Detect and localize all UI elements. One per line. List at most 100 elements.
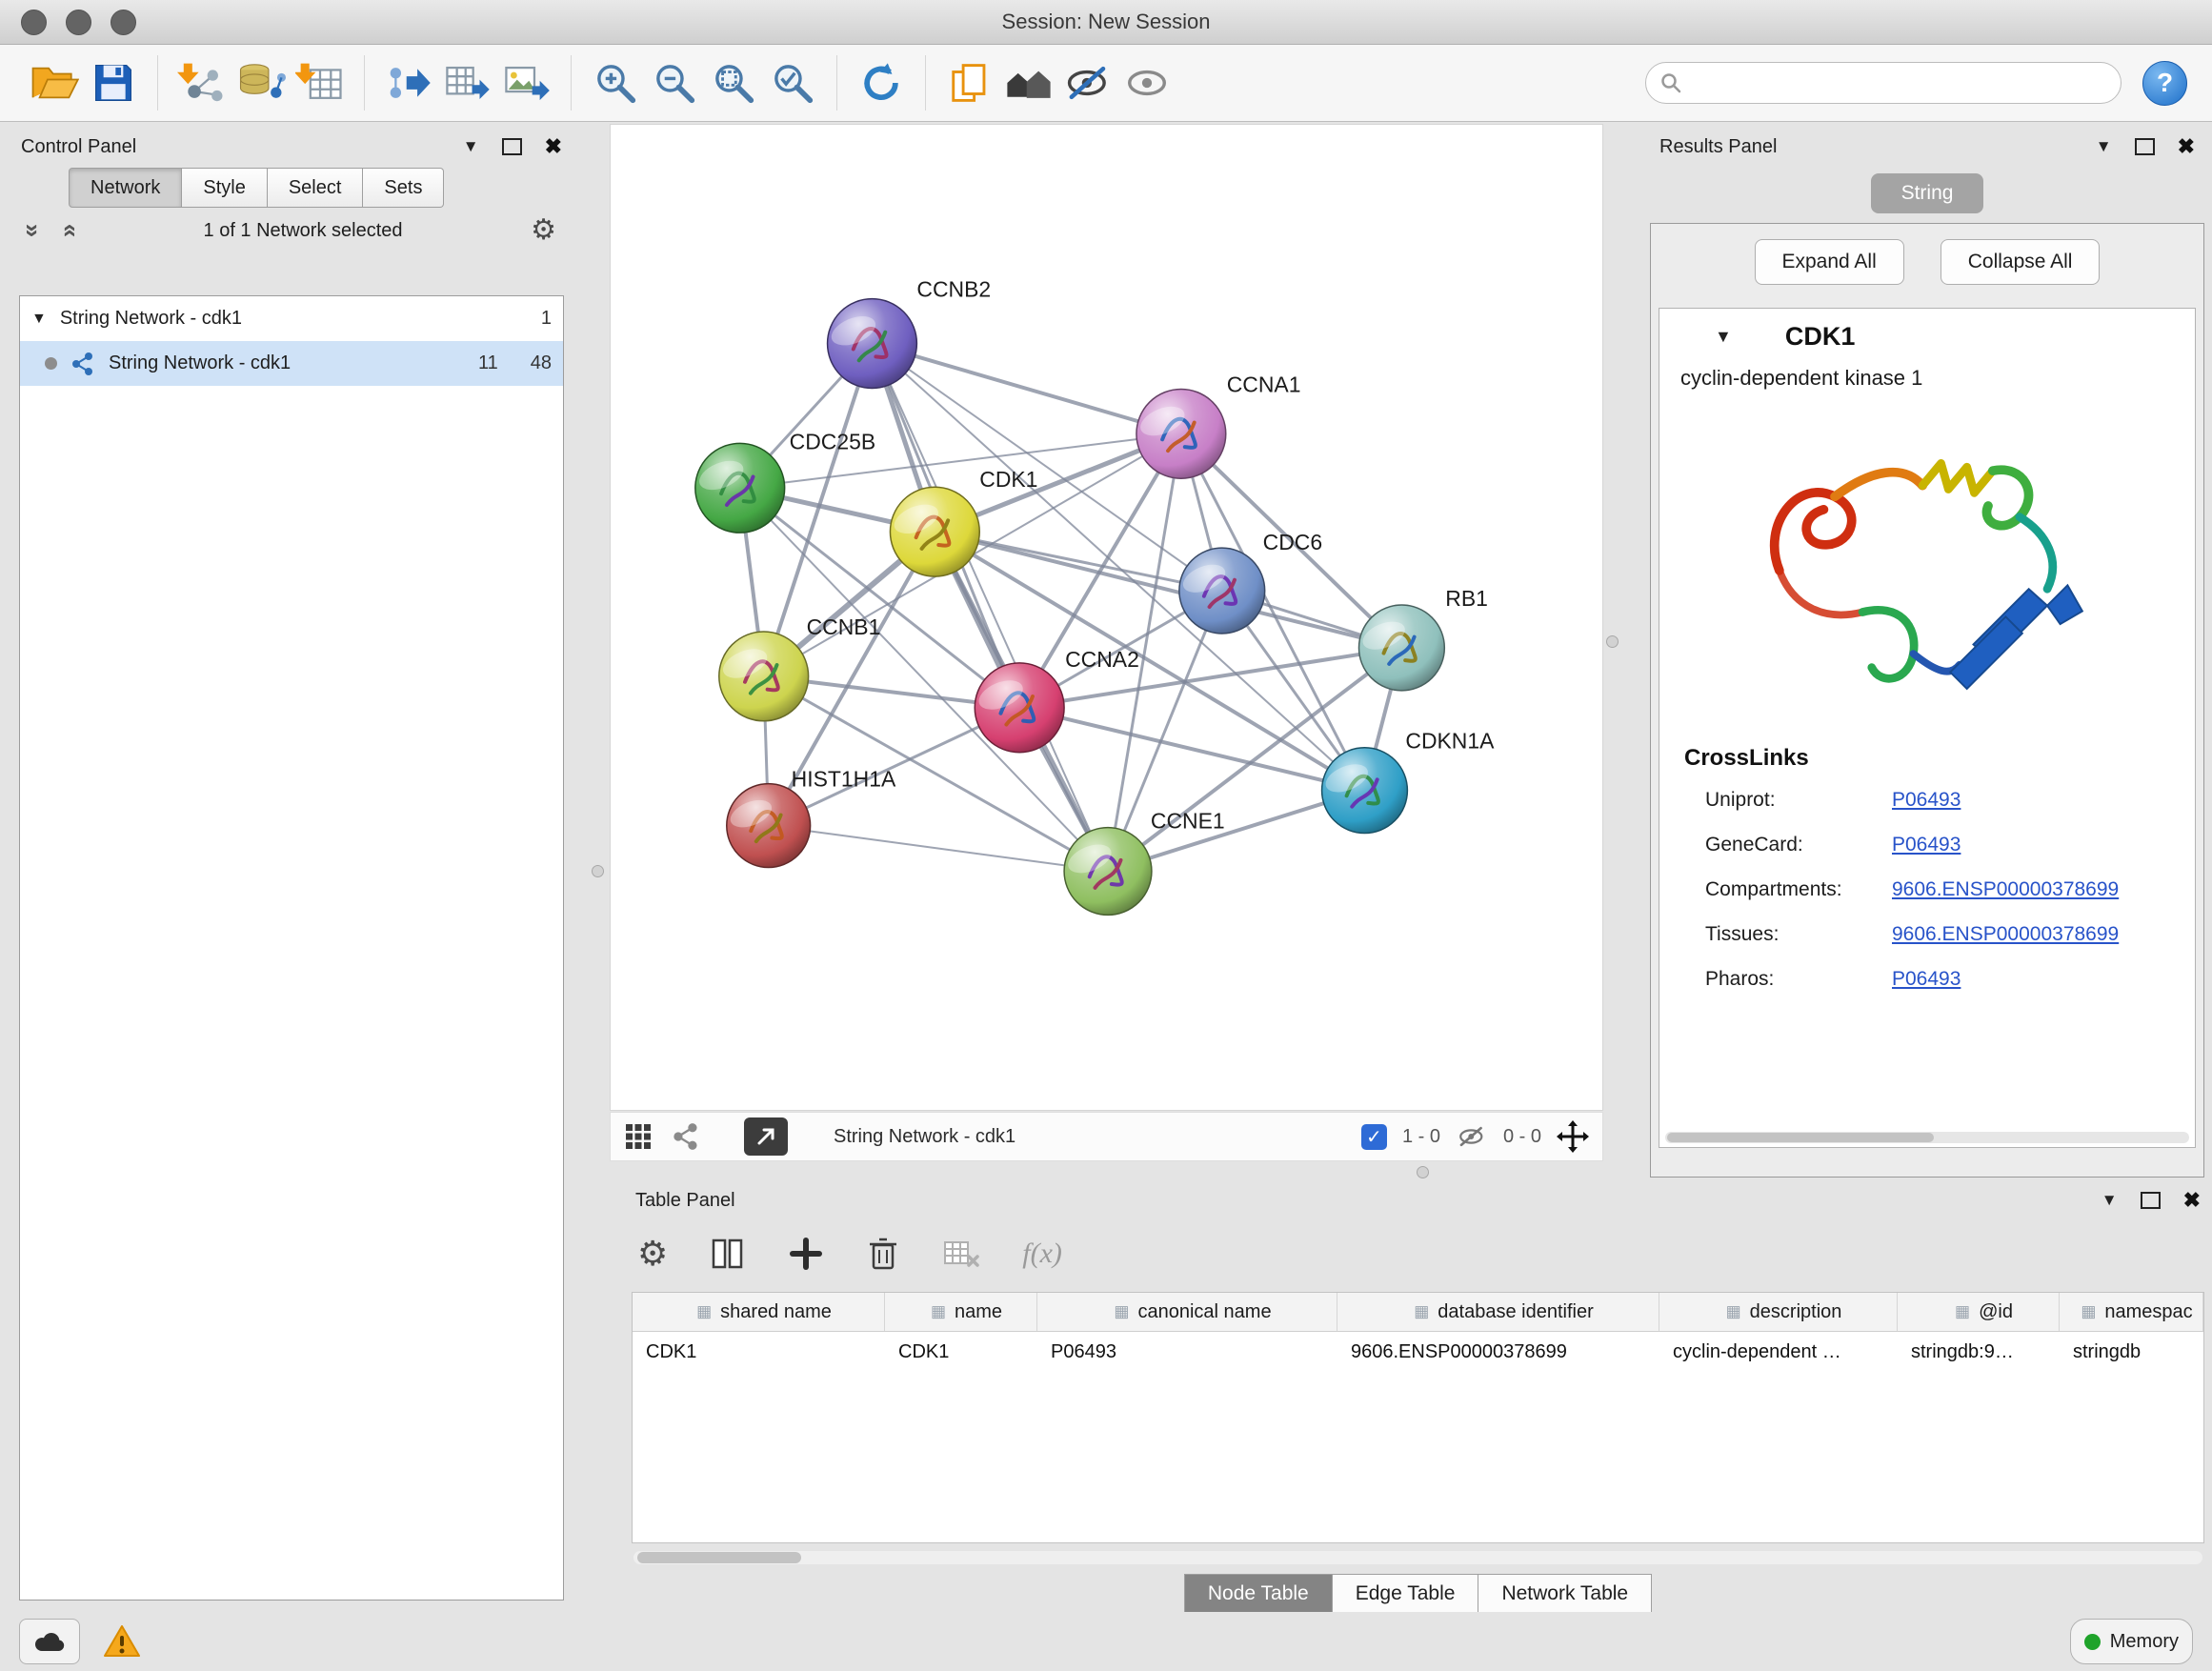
network-collection-row[interactable]: ▼ String Network - cdk1 1 [20, 296, 563, 341]
zoom-in-button[interactable] [586, 52, 645, 113]
zoom-fit-button[interactable] [704, 52, 763, 113]
grid-view-icon[interactable] [624, 1122, 653, 1151]
warnings-button[interactable] [103, 1624, 141, 1659]
delete-column-trash-icon[interactable] [866, 1236, 900, 1272]
export-network-button[interactable] [379, 52, 438, 113]
crosslink-link-uniprot[interactable]: P06493 [1892, 789, 1961, 812]
column-header-2[interactable]: ▦ canonical name [1037, 1293, 1337, 1331]
open-session-button[interactable] [25, 52, 84, 113]
column-header-4[interactable]: ▦ description [1659, 1293, 1898, 1331]
tab-sets[interactable]: Sets [363, 168, 444, 208]
table-cell-3[interactable]: 9606.ENSP00000378699 [1337, 1341, 1659, 1363]
export-image-button[interactable] [497, 52, 556, 113]
save-session-button[interactable] [84, 52, 143, 113]
tab-network-table[interactable]: Network Table [1478, 1574, 1652, 1614]
table-cell-1[interactable]: CDK1 [885, 1341, 1037, 1363]
expand-all-button[interactable]: Expand All [1755, 239, 1904, 285]
edge-CCNB2-CCNE1[interactable] [872, 344, 1108, 872]
splitter-handle[interactable] [592, 865, 604, 877]
tab-node-table[interactable]: Node Table [1184, 1574, 1333, 1614]
panel-menu-icon[interactable]: ▼ [463, 137, 479, 156]
table-row[interactable]: CDK1CDK1P064939606.ENSP00000378699cyclin… [633, 1332, 2203, 1372]
string-results-tab[interactable]: String [1871, 173, 1983, 213]
table-cell-2[interactable]: P06493 [1037, 1341, 1337, 1363]
edge-CDK1-RB1[interactable] [935, 532, 1401, 648]
network-options-gear-icon[interactable]: ⚙ [531, 216, 556, 245]
tab-network[interactable]: Network [69, 168, 182, 208]
node-CCNA1[interactable]: CCNA1 [1136, 372, 1301, 478]
panel-float-icon[interactable] [2141, 1192, 2161, 1209]
network-view[interactable]: CCNB2 CCNA1 CDC25B CDK1 [610, 124, 1603, 1111]
panel-menu-icon[interactable]: ▼ [2101, 1191, 2118, 1210]
close-window-button[interactable] [21, 10, 47, 35]
hide-details-button[interactable] [1058, 52, 1117, 113]
zoom-out-button[interactable] [645, 52, 704, 113]
crosslink-link-genecard[interactable]: P06493 [1892, 834, 1961, 856]
tab-style[interactable]: Style [182, 168, 267, 208]
edge-CCNB2-CCNA1[interactable] [872, 344, 1180, 434]
crosslink-link-pharos[interactable]: P06493 [1892, 968, 1961, 991]
splitter-handle[interactable] [1606, 635, 1619, 648]
node-CCNE1[interactable]: CCNE1 [1064, 809, 1225, 916]
zoom-selected-button[interactable] [763, 52, 822, 113]
collapse-all-button[interactable]: Collapse All [1941, 239, 2101, 285]
disclosure-triangle-icon[interactable]: ▼ [31, 311, 47, 328]
edge-HIST1H1A-CCNE1[interactable] [769, 826, 1108, 872]
splitter-handle[interactable] [1417, 1166, 1429, 1178]
column-header-6[interactable]: ▦ namespac [2060, 1293, 2203, 1331]
node-CDK1[interactable]: CDK1 [890, 467, 1037, 576]
home-view-button[interactable] [999, 52, 1058, 113]
node-CDC25B[interactable]: CDC25B [695, 429, 876, 533]
panel-close-icon[interactable]: ✖ [2178, 134, 2195, 159]
zoom-window-button[interactable] [111, 10, 136, 35]
panel-close-icon[interactable]: ✖ [2183, 1188, 2201, 1213]
minimize-window-button[interactable] [66, 10, 91, 35]
import-network-database-button[interactable] [231, 52, 291, 113]
collapse-protein-icon[interactable]: ▼ [1715, 327, 1732, 347]
tab-edge-table[interactable]: Edge Table [1333, 1574, 1479, 1614]
crosslink-link-compartments[interactable]: 9606.ENSP00000378699 [1892, 878, 2119, 901]
crosslink-link-tissues[interactable]: 9606.ENSP00000378699 [1892, 923, 2119, 946]
delete-table-icon[interactable] [942, 1236, 980, 1272]
table-options-gear-icon[interactable]: ⚙ [637, 1237, 668, 1271]
show-columns-icon[interactable] [710, 1236, 746, 1272]
function-builder-icon[interactable]: f(x) [1022, 1238, 1062, 1270]
table-cell-4[interactable]: cyclin-dependent … [1659, 1341, 1898, 1363]
network-graph[interactable]: CCNB2 CCNA1 CDC25B CDK1 [611, 125, 1602, 1110]
node-CDKN1A[interactable]: CDKN1A [1321, 729, 1495, 834]
copy-document-button[interactable] [940, 52, 999, 113]
column-header-3[interactable]: ▦ database identifier [1337, 1293, 1659, 1331]
node-HIST1H1A[interactable]: HIST1H1A [727, 767, 896, 868]
panel-float-icon[interactable] [502, 138, 522, 155]
node-CDC6[interactable]: CDC6 [1179, 530, 1322, 634]
add-column-plus-icon[interactable] [788, 1236, 824, 1272]
import-network-file-button[interactable] [172, 52, 231, 113]
scrollbar-thumb[interactable] [1667, 1133, 1934, 1142]
search-field[interactable] [1645, 62, 2122, 104]
results-horizontal-scrollbar[interactable] [1665, 1132, 2189, 1143]
help-button[interactable]: ? [2142, 61, 2187, 106]
expand-all-networks-icon[interactable]: » [21, 224, 46, 237]
column-header-1[interactable]: ▦ name [885, 1293, 1037, 1331]
node-RB1[interactable]: RB1 [1358, 586, 1488, 691]
apply-layout-button[interactable] [852, 52, 911, 113]
detach-view-button[interactable] [744, 1117, 788, 1156]
export-table-button[interactable] [438, 52, 497, 113]
pan-move-icon[interactable] [1557, 1120, 1589, 1153]
hidden-eye-slash-icon[interactable] [1456, 1123, 1488, 1150]
import-table-button[interactable] [291, 52, 350, 113]
search-input[interactable] [1692, 71, 2107, 95]
column-header-0[interactable]: ▦ shared name [633, 1293, 885, 1331]
column-header-5[interactable]: ▦ @id [1898, 1293, 2060, 1331]
table-cell-5[interactable]: stringdb:9… [1898, 1341, 2060, 1363]
node-table[interactable]: ▦ shared name ▦ name ▦ canonical name ▦ … [632, 1292, 2204, 1543]
panel-menu-icon[interactable]: ▼ [2096, 137, 2112, 156]
network-list-icon[interactable] [672, 1122, 700, 1151]
table-horizontal-scrollbar[interactable] [633, 1551, 2202, 1564]
show-details-button[interactable] [1117, 52, 1176, 113]
table-cell-0[interactable]: CDK1 [633, 1341, 885, 1363]
cloud-status-button[interactable] [19, 1619, 80, 1664]
scrollbar-thumb[interactable] [637, 1552, 801, 1563]
memory-button[interactable]: Memory [2070, 1619, 2193, 1664]
panel-float-icon[interactable] [2135, 138, 2155, 155]
